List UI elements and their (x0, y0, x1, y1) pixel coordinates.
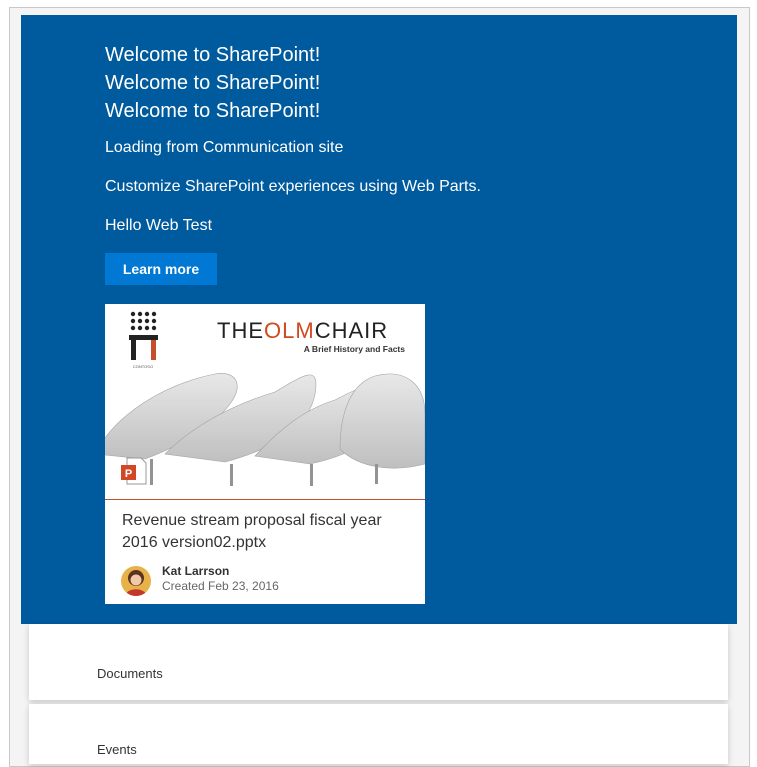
author-name: Kat Larrson (162, 564, 230, 578)
svg-text:A Brief History and Facts: A Brief History and Facts (304, 344, 406, 354)
svg-text:P: P (125, 468, 132, 480)
author-avatar (121, 566, 151, 596)
welcome-heading: Welcome to SharePoint! (105, 100, 321, 122)
powerpoint-icon: P (121, 456, 147, 486)
documents-section[interactable]: Documents (29, 624, 728, 700)
hero-webpart: Welcome to SharePoint! Welcome to ShareP… (21, 15, 737, 624)
document-title[interactable]: Revenue stream proposal fiscal year 2016… (122, 510, 412, 554)
svg-text:THEOLMCHAIR: THEOLMCHAIR (217, 318, 388, 343)
customize-text: Customize SharePoint experiences using W… (105, 178, 481, 195)
loading-text: Loading from Communication site (105, 139, 344, 156)
svg-text:CONTOSO: CONTOSO (133, 364, 153, 369)
chair-presentation-image: CONTOSO THEOLMCHAIR A Brief History and … (105, 304, 425, 500)
documents-section-label: Documents (97, 666, 163, 681)
created-date: Created Feb 23, 2016 (162, 579, 279, 593)
hello-text: Hello Web Test (105, 217, 213, 234)
hero-text-block: Welcome to SharePoint! Welcome to ShareP… (105, 41, 481, 236)
learn-more-button[interactable]: Learn more (105, 253, 217, 285)
welcome-heading: Welcome to SharePoint! (105, 72, 321, 94)
welcome-heading: Welcome to SharePoint! (105, 44, 321, 66)
events-section-label: Events (97, 742, 137, 757)
document-thumbnail[interactable]: CONTOSO THEOLMCHAIR A Brief History and … (105, 304, 425, 500)
events-section[interactable]: Events (29, 704, 728, 764)
document-card[interactable]: CONTOSO THEOLMCHAIR A Brief History and … (105, 304, 425, 604)
